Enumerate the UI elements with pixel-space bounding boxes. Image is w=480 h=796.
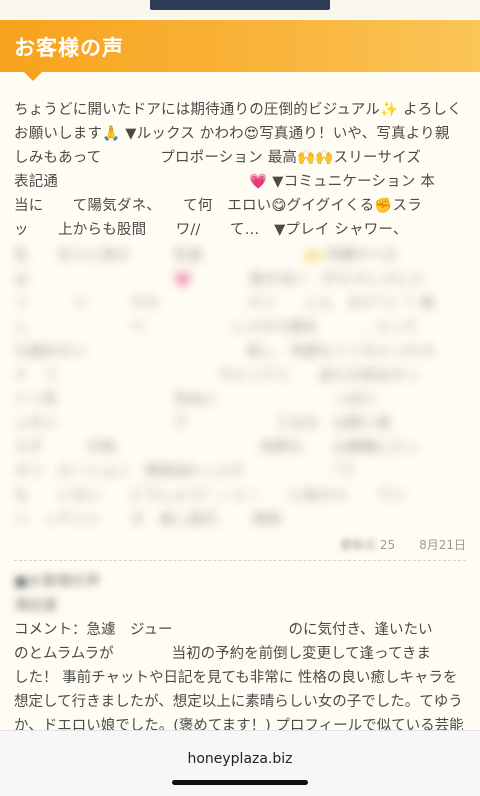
review-1-blurred-text: 乳 先うと見せ 乳首 🙌 特筆すべき は 💗 抱き合い がらマレメにス リ つ … <box>14 244 466 528</box>
review-line: も いない どうしよう！」と一 に私から てい <box>14 488 406 504</box>
section-title: お客様の声 <box>14 36 124 60</box>
review-line: ちょうどに開いたドアには期待通りの圧倒的ビジュアル✨ よろしく <box>14 102 462 118</box>
review-line: 当に て陽気ダネ、 て何 エロい😋グイグイくる✊スラ <box>14 198 422 214</box>
review-line: ッ 上からも股間 ワ// て… ▼プレイ シャワー、 <box>14 222 408 238</box>
review-line: しみもあって プロポーション 最高🙌🙌スリーサイズ <box>14 150 422 166</box>
review-line: のとムラムラが 当初の予約を前倒し変更して逢ってきま <box>14 646 432 662</box>
review-line: も舐めかい 良し、何度もイッちゃったカ <box>14 344 435 360</box>
browser-address-bar[interactable]: honeyplaza.biz <box>0 730 480 796</box>
review-2-heading: ■お客様の声 <box>14 574 101 590</box>
review-line: 表記通 💗 ▼コミュニケーション 本 <box>14 174 436 190</box>
top-strip <box>0 0 480 18</box>
updated-date-value: 25 8月21日 <box>379 538 466 552</box>
top-banner-edge <box>150 0 330 10</box>
review-line: コメント：急遽 ジュー のに気付き、逢いたい <box>14 622 433 638</box>
review-2-satisfaction: 満足度 <box>14 598 58 614</box>
updated-label: 更新日 <box>339 538 376 552</box>
review-line: は 💗 抱き合い がらマレメにス <box>14 272 424 288</box>
header-notch <box>24 72 42 81</box>
review-line: ハ ッテンシ タ 楽し過ぎ、 風俗 <box>14 512 282 528</box>
review-1-text: ちょうどに開いたドアには期待通りの圧倒的ビジュアル✨ よろしく お願いします🙏 … <box>14 98 466 242</box>
url-domain[interactable]: honeyplaza.biz <box>0 751 480 767</box>
review-divider <box>14 560 466 561</box>
review-line: えず が我 肉厚な は素敵にピッ <box>14 440 420 456</box>
review-line: お願いします🙏 ▼ルックス かわわ😍写真通り！いや、写真より親 <box>14 126 450 142</box>
updated-date: 更新日 25 8月21日 <box>340 536 466 553</box>
review-line: し ベ レメから顔を 、とって <box>14 320 419 336</box>
review-line: 想定して行きましたが、想定以上に素晴らしい女の子でした。てゆう <box>14 694 463 710</box>
section-header: お客様の声 <box>0 20 480 81</box>
review-line: ュボジ で うなの は勢い衰 <box>14 416 391 432</box>
home-indicator[interactable] <box>172 780 308 785</box>
review-2: ■お客様の声 満足度 コメント：急遽 ジュー のに気付き、逢いたい のとムラムラ… <box>14 570 466 738</box>
review-line: 乳 先うと見せ 乳首 🙌 特筆すべき <box>14 248 399 264</box>
review-line: ナ フ でビックリ 送える前はネッ <box>14 368 420 384</box>
review-line: トリ系 完全に っぱジ <box>14 392 377 408</box>
review-line: した！ 事前チャットや日記を見ても非常に 性格の良い癒しキャラを <box>14 670 458 686</box>
review-line: リ つ ヤか スリ こん のアリ！？楽 <box>14 296 435 312</box>
review-line: タリ ローション 潤滑油たっぷり 「で <box>14 464 355 480</box>
